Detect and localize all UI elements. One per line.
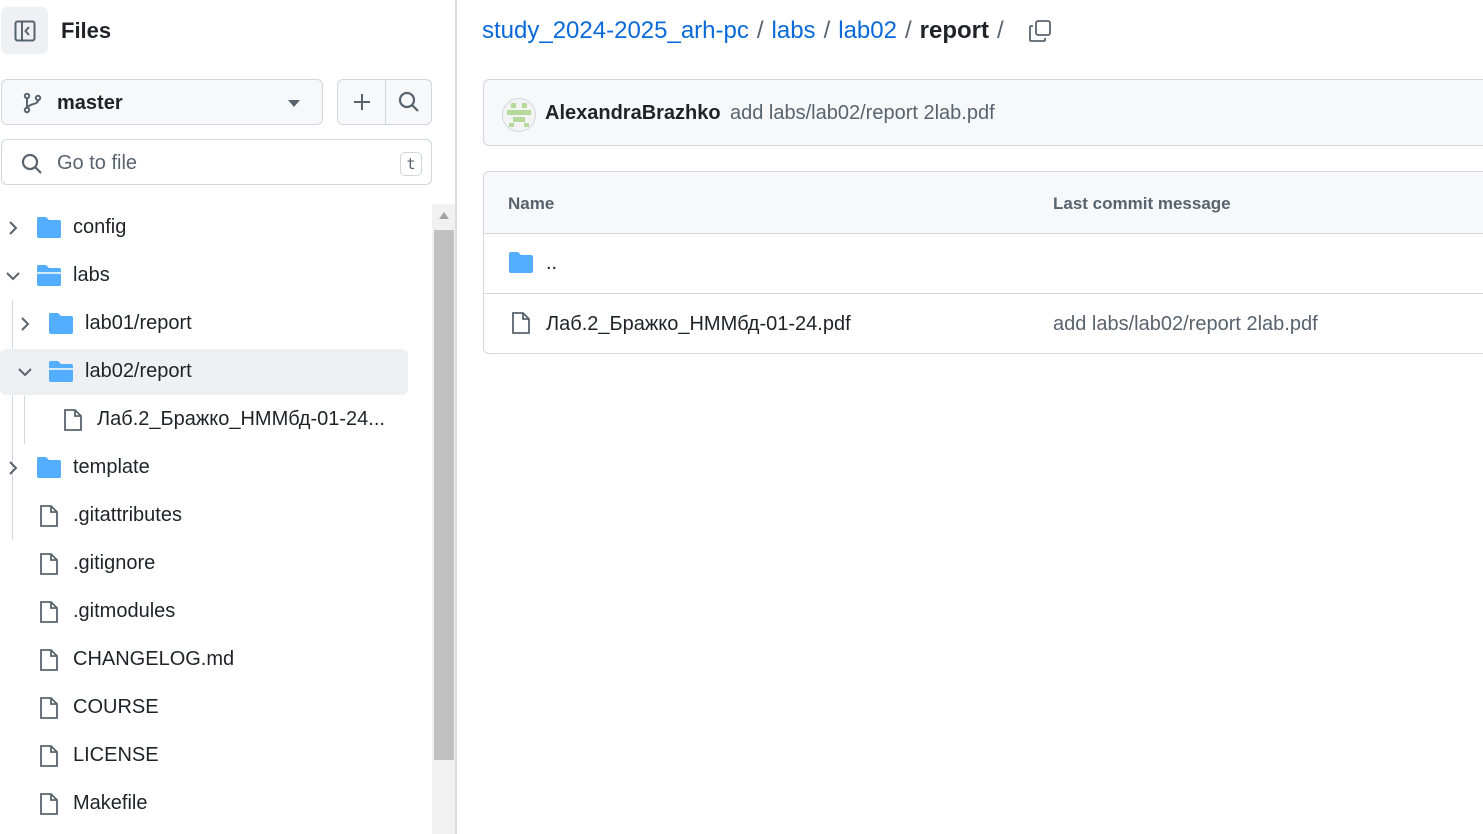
sidebar-actions: [337, 79, 432, 125]
table-row: Лаб.2_Бражко_НММбд-01-24.pdf add labs/la…: [484, 294, 1483, 353]
table-row-parent-dir[interactable]: ..: [484, 233, 1483, 294]
tree-item-label: lab02/report: [85, 360, 192, 382]
tree-item-label: LICENSE: [73, 744, 159, 766]
main-content: study_2024-2025_arh-pc / labs / lab02 / …: [459, 0, 1483, 834]
breadcrumb-labs-link[interactable]: labs: [772, 17, 816, 45]
chevron-down-icon: [288, 100, 300, 107]
tree-item-label: config: [73, 216, 127, 238]
column-header-name: Name: [508, 194, 555, 213]
folder-icon: [509, 252, 533, 273]
plus-icon: [353, 94, 370, 110]
tree-item-gitattributes[interactable]: .gitattributes: [0, 493, 408, 539]
file-icon: [40, 601, 58, 623]
breadcrumb-repo-link[interactable]: study_2024-2025_arh-pc: [482, 17, 749, 45]
column-header-commit: Last commit message: [1053, 194, 1231, 213]
file-icon: [512, 312, 530, 334]
tree-item-lab02-report[interactable]: lab02/report: [0, 349, 408, 395]
chevron-right-icon: [9, 221, 18, 235]
tree-item-pdf-file[interactable]: Лаб.2_Бражко_НММбд-01-24...: [0, 397, 408, 443]
file-commit-message-link[interactable]: add labs/lab02/report 2lab.pdf: [1053, 313, 1318, 336]
breadcrumb-separator: /: [904, 17, 912, 44]
latest-commit-box: AlexandraBrazhko add labs/lab02/report 2…: [483, 79, 1483, 146]
tree-item-license[interactable]: LICENSE: [0, 733, 408, 779]
go-to-file-placeholder: Go to file: [57, 152, 138, 174]
tree-item-label: .gitignore: [73, 552, 156, 574]
parent-dir-link[interactable]: ..: [546, 252, 557, 275]
breadcrumb-separator: /: [823, 17, 831, 44]
search-button[interactable]: [385, 80, 431, 124]
tree-item-course[interactable]: COURSE: [0, 685, 408, 731]
folder-icon: [37, 217, 61, 238]
tree-item-labs[interactable]: labs: [0, 253, 408, 299]
tree-item-label: labs: [73, 264, 110, 286]
tree-item-changelog[interactable]: CHANGELOG.md: [0, 637, 408, 683]
breadcrumb-current: report: [919, 17, 989, 44]
keyboard-shortcut-hint: t: [400, 152, 422, 176]
copy-icon: [1028, 20, 1051, 42]
avatar[interactable]: [502, 98, 536, 132]
breadcrumb-lab02-link[interactable]: lab02: [838, 17, 897, 45]
chevron-down-icon: [6, 272, 20, 281]
commit-author[interactable]: AlexandraBrazhko: [545, 102, 721, 125]
folder-open-icon: [37, 265, 61, 286]
sidebar-header: Files: [0, 7, 440, 55]
tree-item-lab01-report[interactable]: lab01/report: [0, 301, 408, 347]
table-header: Name Last commit message: [484, 172, 1483, 234]
search-icon: [398, 91, 419, 112]
folder-open-icon: [49, 361, 73, 382]
collapse-sidebar-button[interactable]: [1, 7, 48, 54]
tree-item-gitignore[interactable]: .gitignore: [0, 541, 408, 587]
tree-item-label: lab01/report: [85, 312, 192, 334]
sidebar-scrollbar[interactable]: [432, 204, 455, 834]
scrollbar-thumb[interactable]: [434, 230, 454, 760]
file-table: Name Last commit message .. Лаб.2_Бражко…: [483, 171, 1483, 354]
file-icon: [40, 793, 58, 815]
chevron-right-icon: [9, 461, 18, 475]
tree-item-label: COURSE: [73, 696, 159, 718]
copy-path-button[interactable]: [1028, 19, 1052, 43]
tree-item-gitmodules[interactable]: .gitmodules: [0, 589, 408, 635]
sidebar-title: Files: [61, 18, 112, 43]
breadcrumb-separator: /: [996, 17, 1004, 44]
folder-icon: [49, 313, 73, 334]
breadcrumb-separator: /: [756, 17, 764, 44]
file-icon: [40, 745, 58, 767]
file-icon: [40, 553, 58, 575]
branch-selector[interactable]: master: [1, 79, 323, 125]
scroll-up-arrow-icon[interactable]: [439, 212, 449, 219]
file-icon: [40, 505, 58, 527]
tree-item-label: Лаб.2_Бражко_НММбд-01-24...: [97, 408, 385, 430]
chevron-right-icon: [21, 317, 30, 331]
tree-item-template[interactable]: template: [0, 445, 408, 491]
sidebar-collapse-icon: [14, 20, 35, 41]
commit-message[interactable]: add labs/lab02/report 2lab.pdf: [730, 102, 995, 125]
tree-item-makefile[interactable]: Makefile: [0, 781, 408, 827]
search-icon: [21, 153, 42, 174]
tree-item-label: .gitattributes: [73, 504, 182, 526]
add-file-button[interactable]: [338, 80, 386, 124]
tree-item-config[interactable]: config: [0, 205, 408, 251]
tree-item-label: .gitmodules: [73, 600, 176, 622]
go-to-file-input[interactable]: Go to file t: [1, 139, 432, 185]
folder-icon: [37, 457, 61, 478]
tree-item-label: template: [73, 456, 150, 478]
tree-item-label: Makefile: [73, 792, 148, 814]
file-icon: [40, 649, 58, 671]
file-tree-sidebar: Files master Go to file t config labs la…: [0, 0, 457, 834]
file-icon: [40, 697, 58, 719]
file-tree: config labs lab01/report lab02/report Ла…: [0, 204, 430, 834]
chevron-down-icon: [18, 368, 32, 377]
breadcrumb: study_2024-2025_arh-pc / labs / lab02 / …: [482, 17, 1052, 45]
tree-item-label: CHANGELOG.md: [73, 648, 235, 670]
git-branch-icon: [23, 92, 42, 114]
file-name-link[interactable]: Лаб.2_Бражко_НММбд-01-24.pdf: [546, 313, 851, 336]
identicon-icon: [507, 103, 531, 127]
branch-name: master: [57, 92, 123, 114]
file-icon: [64, 409, 82, 431]
